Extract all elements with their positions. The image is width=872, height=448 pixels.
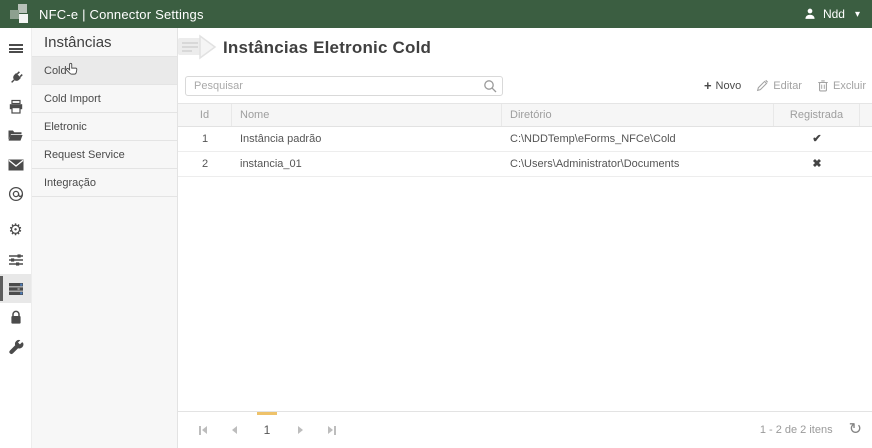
search-input[interactable] [185, 75, 503, 96]
column-header-id[interactable]: Id [178, 104, 232, 126]
cell-nome: Instância padrão [240, 133, 322, 145]
at-sign-icon[interactable] [0, 179, 31, 208]
sidebar-item-cold-import[interactable]: Cold Import [32, 85, 177, 113]
toolbar: + Novo Editar Excluir [178, 68, 872, 103]
printer-icon[interactable] [0, 92, 31, 121]
editar-label: Editar [773, 79, 802, 92]
pager-nav: 1 [190, 412, 344, 448]
table-header-row: Id Nome Diretório Registrada [178, 104, 872, 127]
registered-status-icon: ✖ [812, 158, 822, 170]
sidebar-item-integração[interactable]: Integração [32, 169, 177, 197]
sidebar: Instâncias Cold Cold Import Eletronic Reque… [32, 28, 178, 448]
column-header-registrada[interactable]: Registrada [774, 104, 860, 126]
menu-toggle-icon[interactable] [0, 34, 31, 63]
column-header-filler [860, 104, 872, 126]
icon-rail: ⚙ [0, 28, 32, 448]
last-page-button[interactable] [320, 412, 344, 448]
first-page-button[interactable] [190, 412, 214, 448]
registered-status-icon: ✔ [812, 133, 822, 145]
column-header-diretório[interactable]: Diretório [502, 104, 774, 126]
refresh-icon[interactable]: ↻ [849, 422, 862, 438]
main-panel: Instâncias Eletronic Cold + Novo [178, 28, 872, 448]
novo-button[interactable]: + Novo [704, 79, 741, 92]
sidebar-item-eletronic[interactable]: Eletronic [32, 113, 177, 141]
table-empty-area [178, 177, 872, 411]
cell-diretorio: C:\NDDTemp\eForms_NFCe\Cold [510, 133, 676, 145]
column-header-nome[interactable]: Nome [232, 104, 502, 126]
table-row[interactable]: 2 instancia_01 C:\Users\Administrator\Docu… [178, 152, 872, 177]
search-icon[interactable] [483, 79, 497, 93]
toolbar-actions: + Novo Editar Excluir [704, 79, 868, 92]
sidebar-title: Instâncias [32, 28, 177, 57]
gear-icon[interactable]: ⚙ [0, 216, 31, 245]
next-page-button[interactable] [288, 412, 312, 448]
pager-info: 1 - 2 de 2 itens [759, 424, 833, 436]
prev-page-button[interactable] [222, 412, 246, 448]
instances-table: Id Nome Diretório Registrada 1 Instância pad… [178, 103, 872, 411]
user-menu[interactable]: Ndd ▾ [803, 7, 860, 21]
app-logo-icon [8, 3, 30, 25]
chevron-down-icon: ▾ [854, 8, 860, 20]
excluir-label: Excluir [832, 79, 866, 92]
connector-plug-icon[interactable] [0, 63, 31, 92]
sidebar-item-cold[interactable]: Cold [32, 57, 177, 85]
current-page[interactable]: 1 [254, 412, 280, 448]
cell-filler [860, 127, 872, 151]
plus-icon: + [703, 78, 712, 93]
search-box [185, 75, 503, 96]
edit-pencil-icon [757, 79, 769, 92]
pager: 1 1 - 2 de 2 itens ↻ [178, 411, 872, 448]
user-name: Ndd [822, 7, 845, 21]
instances-icon[interactable] [0, 274, 31, 303]
page-title: Instâncias Eletronic Cold [223, 38, 432, 57]
novo-label: Novo [715, 79, 742, 92]
cell-nome: instancia_01 [240, 158, 302, 170]
cell-diretorio: C:\Users\Administrator\Documents [510, 158, 680, 170]
topbar: NFC-e | Connector Settings Ndd ▾ [0, 0, 872, 28]
sliders-icon[interactable] [0, 245, 31, 274]
trash-icon [818, 80, 828, 92]
page-watermark-icon [178, 34, 217, 60]
app-title: NFC-e | Connector Settings [39, 6, 204, 22]
cell-filler [860, 152, 872, 176]
cell-id: 1 [201, 133, 209, 145]
pager-right: 1 - 2 de 2 itens ↻ [760, 412, 862, 448]
table-row[interactable]: 1 Instância padrão C:\NDDTemp\eForms_NFCe\… [178, 127, 872, 152]
lock-icon[interactable] [0, 303, 31, 332]
editar-button[interactable]: Editar [756, 79, 802, 92]
folder-open-icon[interactable] [0, 121, 31, 150]
user-avatar-icon [805, 8, 815, 19]
page-header: Instâncias Eletronic Cold [178, 28, 872, 68]
sidebar-menu: Cold Cold Import Eletronic Request Service I… [32, 57, 177, 197]
wrench-icon[interactable] [0, 332, 31, 361]
cell-id: 2 [201, 158, 209, 170]
mail-icon[interactable] [0, 150, 31, 179]
sidebar-item-request-service[interactable]: Request Service [32, 141, 177, 169]
excluir-button[interactable]: Excluir [817, 79, 866, 92]
table-body: 1 Instância padrão C:\NDDTemp\eForms_NFCe\… [178, 127, 872, 177]
